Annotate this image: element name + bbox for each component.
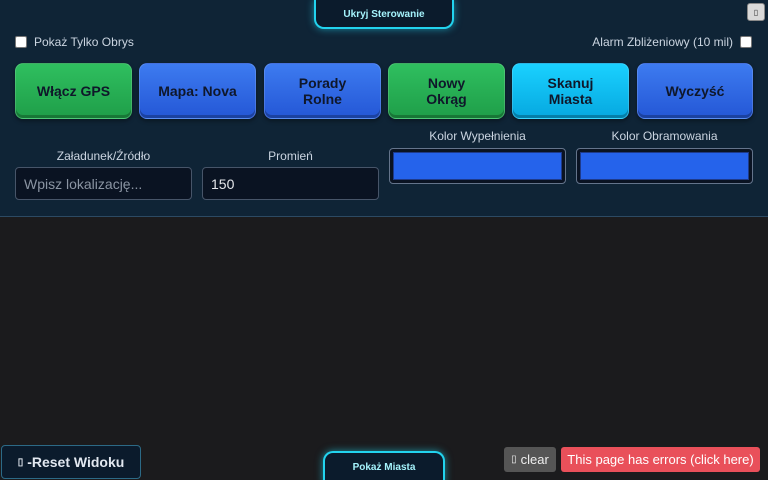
page-errors-label: This page has errors (click here): [567, 452, 754, 467]
reset-view-button[interactable]: ▯ -Reset Widoku: [1, 445, 141, 479]
source-placeholder: Wpisz lokalizację...: [24, 175, 143, 192]
enable-gps-button[interactable]: Włącz GPS: [15, 63, 132, 119]
radius-input[interactable]: 150: [202, 167, 379, 200]
reset-view-label: -Reset Widoku: [27, 454, 125, 470]
outline-only-option[interactable]: Pokaż Tylko Obrys: [15, 35, 134, 49]
corner-button[interactable]: ▯: [747, 3, 765, 21]
farming-tips-button[interactable]: Porady Rolne: [264, 63, 381, 119]
map-style-button[interactable]: Mapa: Nova: [139, 63, 256, 119]
proximity-alarm-checkbox[interactable]: [740, 36, 752, 48]
page-errors-button[interactable]: This page has errors (click here): [561, 447, 760, 472]
farming-tips-label: Porady Rolne: [298, 75, 347, 107]
hide-controls-tab[interactable]: Ukryj Sterowanie: [314, 0, 454, 29]
border-color-picker[interactable]: [576, 148, 753, 184]
show-cities-label: Pokaż Miasta: [352, 462, 416, 473]
fill-color-label: Kolor Wypełnienia: [429, 129, 526, 143]
unknown-glyph-icon: ▯: [17, 456, 24, 468]
map-style-label: Mapa: Nova: [158, 83, 237, 99]
scan-cities-label: Skanuj Miasta: [547, 75, 594, 107]
border-color-label: Kolor Obramowania: [611, 129, 718, 143]
unknown-glyph-icon: ▯: [753, 7, 759, 17]
show-cities-tab[interactable]: Pokaż Miasta: [323, 451, 445, 480]
clear-console-label: clear: [520, 452, 549, 467]
unknown-glyph-icon: ▯: [511, 454, 517, 465]
control-panel: Ukryj Sterowanie ▯ Pokaż Tylko Obrys Ala…: [0, 0, 768, 217]
source-label: Załadunek/Źródło: [56, 149, 151, 163]
radius-value: 150: [211, 175, 235, 192]
fill-color-picker[interactable]: [389, 148, 566, 184]
clear-console-button[interactable]: ▯ clear: [504, 447, 556, 472]
clear-all-label: Wyczyść: [665, 83, 725, 99]
new-circle-button[interactable]: Nowy Okrąg: [388, 63, 505, 119]
outline-only-label: Pokaż Tylko Obrys: [34, 35, 134, 49]
outline-only-checkbox[interactable]: [15, 36, 27, 48]
fill-color-swatch: [393, 152, 562, 180]
radius-label: Promień: [268, 149, 313, 163]
source-input[interactable]: Wpisz lokalizację...: [15, 167, 192, 200]
scan-cities-button[interactable]: Skanuj Miasta: [512, 63, 629, 119]
enable-gps-label: Włącz GPS: [36, 83, 111, 99]
proximity-alarm-label: Alarm Zbliżeniowy (10 mil): [592, 35, 733, 49]
action-buttons: Włącz GPS Mapa: Nova Porady Rolne Nowy O…: [15, 63, 753, 119]
border-color-swatch: [580, 152, 749, 180]
clear-all-button[interactable]: Wyczyść: [637, 63, 753, 119]
proximity-alarm-option[interactable]: Alarm Zbliżeniowy (10 mil): [592, 35, 752, 49]
new-circle-label: Nowy Okrąg: [426, 75, 467, 107]
hide-controls-label: Ukryj Sterowanie: [343, 9, 425, 20]
